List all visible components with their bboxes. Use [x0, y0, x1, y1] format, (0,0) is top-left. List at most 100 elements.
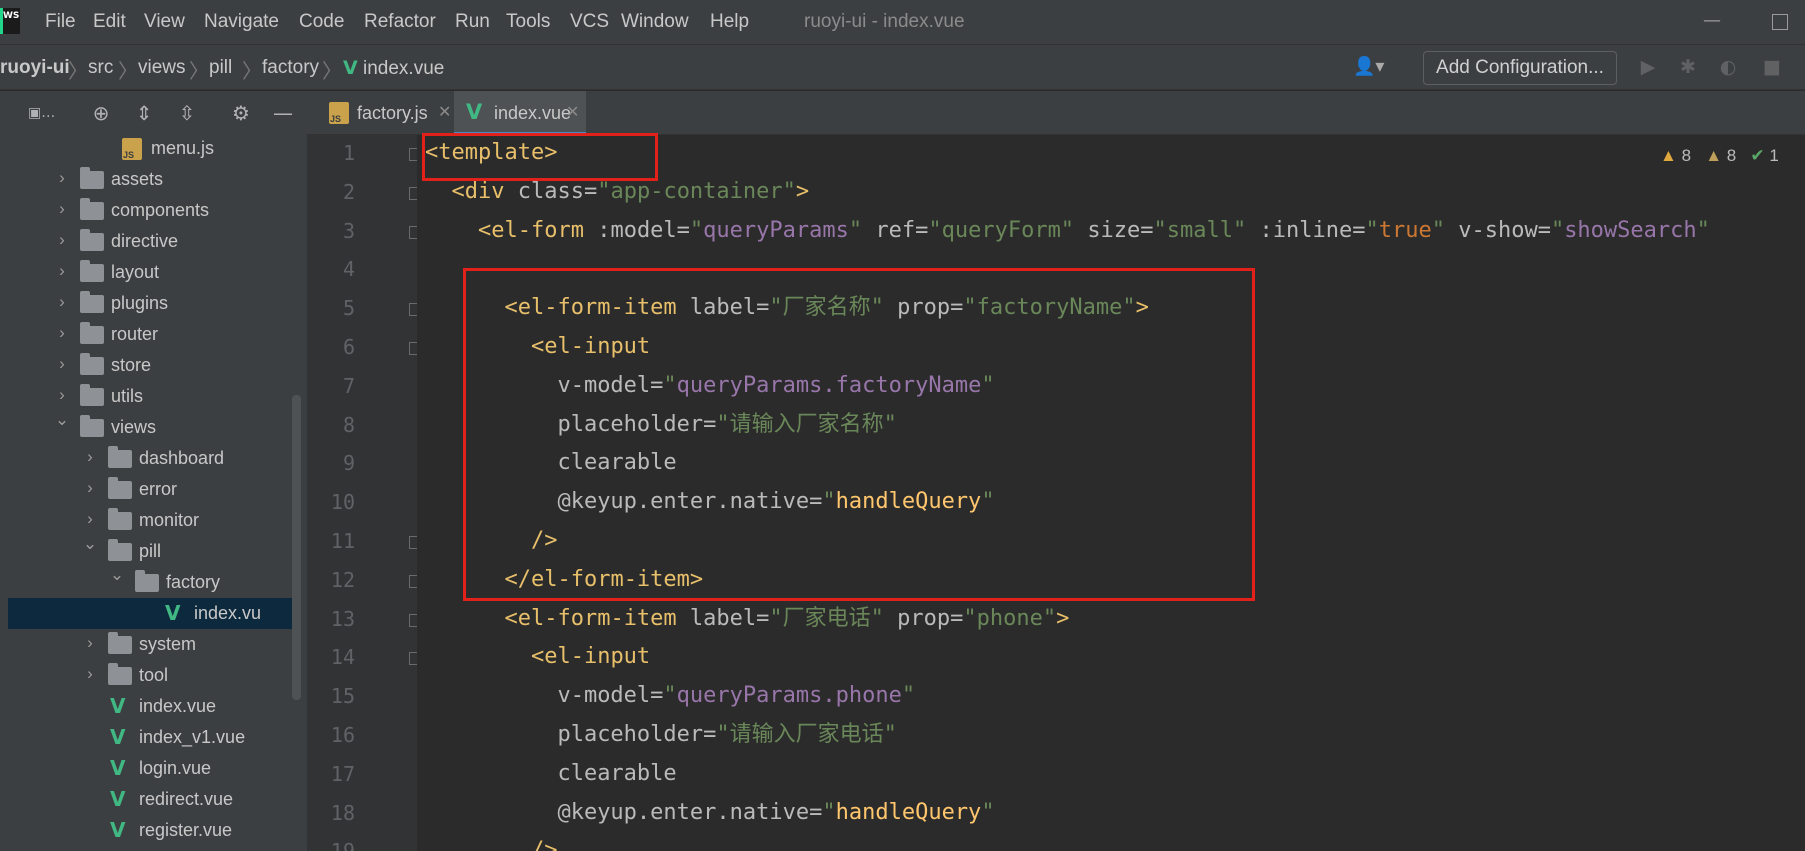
tree-item-pill[interactable]: ⌄ pill — [8, 534, 299, 567]
tree-item-directive[interactable]: › directive — [8, 226, 299, 257]
tree-item-tool[interactable]: › tool — [8, 660, 299, 691]
breadcrumb-views[interactable]: views — [138, 57, 186, 79]
tree-item-components[interactable]: › components — [8, 195, 299, 226]
chevron-right-icon: 〉 — [118, 59, 138, 83]
tree-item-router[interactable]: › router — [8, 319, 299, 350]
chevron-right-icon[interactable]: › — [54, 385, 70, 405]
warning-count: 8 — [1681, 146, 1692, 165]
line-number: 12 — [330, 567, 355, 592]
chevron-right-icon[interactable]: › — [82, 478, 98, 498]
code-token: " — [689, 217, 704, 243]
tree-item-label: monitor — [139, 510, 200, 530]
menu-help[interactable]: Help — [710, 11, 749, 33]
menu-code[interactable]: Code — [299, 11, 344, 33]
tree-item-label: index.vue — [139, 696, 217, 716]
tab-label: index.vue — [494, 103, 572, 123]
expand-all-icon[interactable]: ⇕ — [131, 100, 157, 126]
tree-item-views[interactable]: ⌄ views — [8, 410, 299, 443]
menu-refactor[interactable]: Refactor — [364, 11, 436, 33]
tree-item-label: index_v1.vue — [139, 727, 246, 747]
coverage-icon[interactable]: ◐ — [1716, 56, 1740, 80]
menu-file[interactable]: File — [45, 11, 76, 33]
tree-item-error[interactable]: › error — [8, 474, 299, 505]
code-token: placeholder= — [557, 722, 717, 747]
chevron-right-icon[interactable]: › — [82, 633, 98, 653]
breadcrumb-pill[interactable]: pill — [209, 57, 232, 79]
code-token: "queryForm" — [928, 217, 1088, 243]
hide-panel-icon[interactable]: — — [270, 100, 296, 126]
line-number: 19 — [307, 839, 355, 851]
breadcrumb-src[interactable]: src — [88, 57, 113, 79]
chevron-right-icon[interactable]: › — [54, 199, 70, 219]
menu-edit[interactable]: Edit — [93, 11, 126, 33]
chevron-right-icon[interactable]: › — [82, 509, 98, 529]
folder-icon — [80, 229, 104, 251]
tree-item-layout[interactable]: › layout — [8, 257, 299, 288]
menu-navigate[interactable]: Navigate — [204, 11, 279, 33]
tree-item-menu-js[interactable]: menu.js — [8, 135, 299, 164]
user-account-icon[interactable]: 👤▾ — [1353, 56, 1393, 80]
inspection-widget[interactable]: ▲ 8 ▲ 8 ✔ 1 — [1660, 146, 1779, 168]
settings-gear-icon[interactable]: ⚙ — [228, 100, 254, 126]
tree-item-factory[interactable]: ⌄ factory — [8, 565, 299, 598]
breadcrumb-project[interactable]: ruoyi-ui — [0, 57, 70, 79]
tree-item-index-vu[interactable]: Vindex.vu — [8, 598, 299, 629]
tree-item-plugins[interactable]: › plugins — [8, 288, 299, 319]
chevron-right-icon[interactable]: › — [82, 447, 98, 467]
chevron-right-icon[interactable]: › — [54, 323, 70, 343]
line-number: 3 — [342, 218, 355, 243]
code-token: handleQuery — [835, 799, 982, 825]
code-line: <el-input — [425, 639, 650, 678]
breadcrumb-file[interactable]: V index.vue — [343, 57, 444, 80]
tree-item-store[interactable]: › store — [8, 350, 299, 381]
tree-item-index-v1-vue[interactable]: Vindex_v1.vue — [8, 722, 299, 753]
webstorm-logo-icon[interactable]: WS — [0, 8, 20, 34]
chevron-right-icon[interactable]: › — [54, 292, 70, 312]
vue-file-icon: V — [165, 601, 181, 625]
check-icon: ✔ — [1750, 146, 1765, 165]
breadcrumb-factory[interactable]: factory — [262, 57, 319, 79]
collapse-all-icon[interactable]: ⇳ — [174, 100, 200, 126]
chevron-down-icon[interactable]: ⌄ — [82, 534, 98, 554]
tree-item-dashboard[interactable]: › dashboard — [8, 443, 299, 474]
chevron-right-icon[interactable]: › — [82, 664, 98, 684]
menu-run[interactable]: Run — [455, 11, 490, 33]
project-view-icon[interactable]: ▣… — [28, 100, 55, 126]
code-token: queryParams — [703, 217, 849, 243]
chevron-down-icon[interactable]: ⌄ — [54, 410, 70, 430]
tree-item-monitor[interactable]: › monitor — [8, 505, 299, 536]
tree-item-redirect-vue[interactable]: Vredirect.vue — [8, 784, 299, 815]
code-token: prop= — [897, 605, 964, 631]
close-tab-icon[interactable]: ✕ — [566, 102, 579, 122]
tree-item-utils[interactable]: › utils — [8, 381, 299, 412]
menu-tools[interactable]: Tools — [506, 11, 550, 33]
tree-item-system[interactable]: › system — [8, 629, 299, 660]
tab-index-vue[interactable]: V index.vue ✕ — [454, 91, 586, 135]
chevron-right-icon[interactable]: › — [54, 168, 70, 188]
add-configuration-button[interactable]: Add Configuration... — [1423, 51, 1617, 85]
stop-icon[interactable]: ■ — [1760, 56, 1784, 80]
tree-item-label: tool — [139, 665, 169, 685]
tree-item-index-vue[interactable]: Vindex.vue — [8, 691, 299, 722]
tree-item-assets[interactable]: › assets — [8, 164, 299, 195]
tree-item-label: components — [111, 200, 210, 220]
locate-file-icon[interactable]: ⊕ — [88, 100, 114, 126]
run-icon[interactable]: ▶ — [1636, 56, 1660, 80]
menu-window[interactable]: Window — [621, 11, 689, 33]
menu-view[interactable]: View — [144, 11, 185, 33]
chevron-right-icon[interactable]: › — [54, 230, 70, 250]
chevron-right-icon[interactable]: › — [54, 261, 70, 281]
debug-icon[interactable]: ✱ — [1676, 56, 1700, 80]
chevron-right-icon[interactable]: › — [54, 354, 70, 374]
minimize-window-icon[interactable]: — — [1703, 10, 1725, 34]
restore-window-icon[interactable] — [1772, 14, 1788, 30]
close-tab-icon[interactable]: ✕ — [438, 102, 451, 122]
code-token: <el-input — [530, 644, 651, 670]
tab-factory-js[interactable]: factory.js ✕ — [317, 91, 452, 135]
chevron-down-icon[interactable]: ⌄ — [109, 565, 125, 585]
tree-item-register-vue[interactable]: Vregister.vue — [8, 815, 299, 846]
code-line: <el-form-item label="厂家电话" prop="phone"> — [425, 601, 1069, 640]
menu-vcs[interactable]: VCS — [570, 11, 609, 33]
tree-item-login-vue[interactable]: Vlogin.vue — [8, 753, 299, 784]
tree-scrollbar[interactable] — [292, 395, 301, 700]
